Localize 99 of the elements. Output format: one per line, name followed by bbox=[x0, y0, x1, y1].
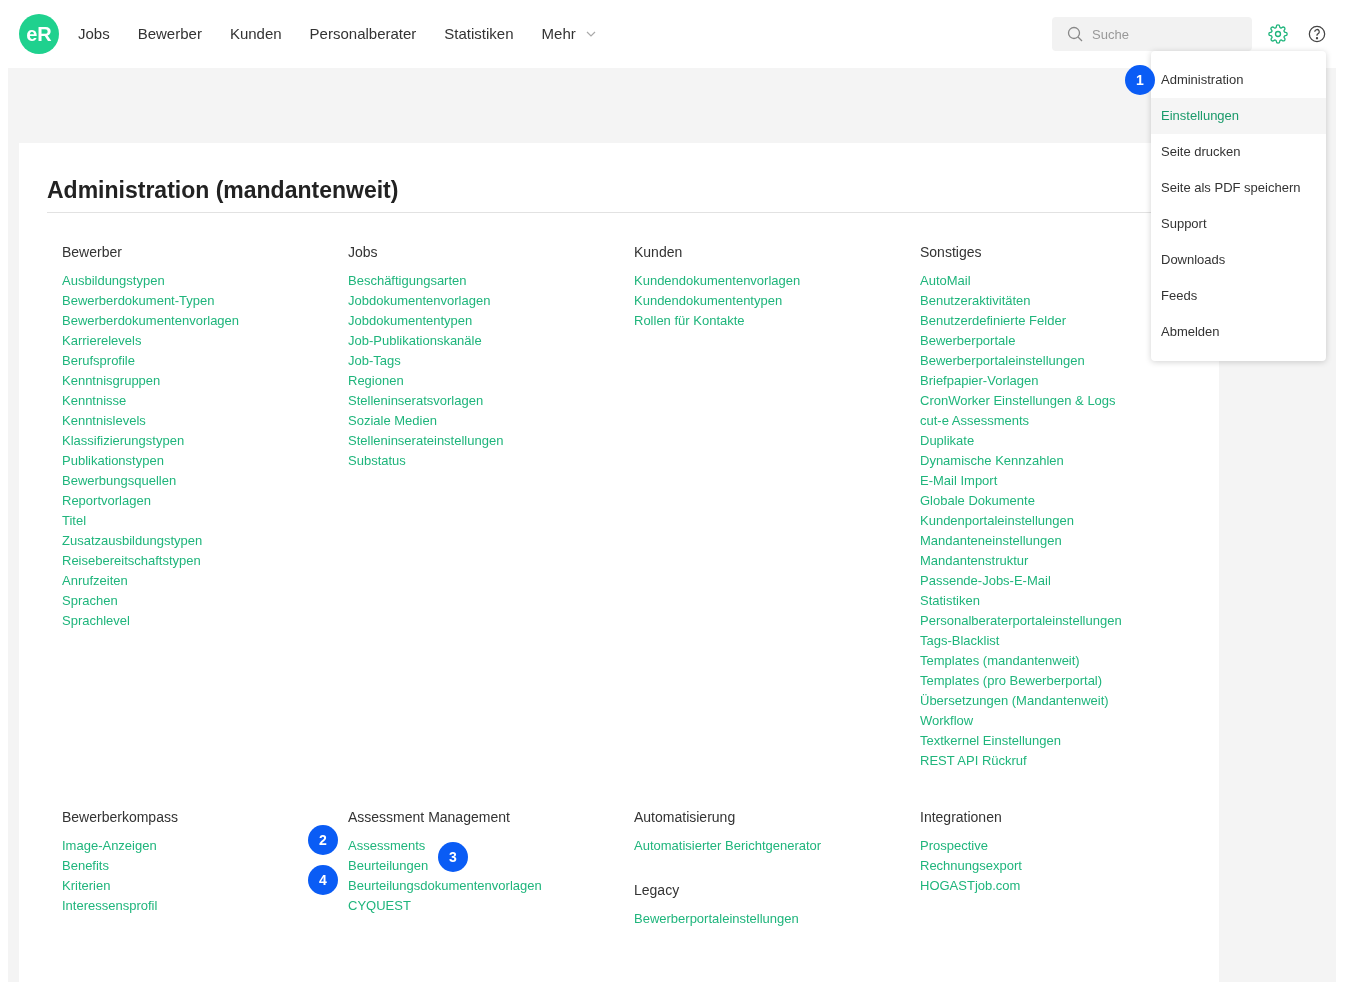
settings-link[interactable]: Kenntnisgruppen bbox=[62, 372, 161, 388]
settings-link[interactable]: REST API Rückruf bbox=[920, 752, 1027, 768]
settings-link[interactable]: Kenntnisse bbox=[62, 392, 127, 408]
nav-link[interactable]: Personalberater bbox=[309, 22, 417, 46]
settings-link[interactable]: Kundendokumententypen bbox=[634, 292, 783, 308]
settings-link[interactable]: Benutzeraktivitäten bbox=[920, 292, 1031, 308]
section-heading: Assessment Management bbox=[348, 807, 511, 826]
settings-link[interactable]: Interessensprofil bbox=[62, 897, 158, 913]
settings-link[interactable]: Benefits bbox=[62, 857, 109, 873]
settings-link[interactable]: Duplikate bbox=[920, 432, 975, 448]
section-heading: Kunden bbox=[634, 242, 684, 261]
settings-link[interactable]: Zusatzausbildungstypen bbox=[62, 532, 203, 548]
step-marker: 2 bbox=[308, 824, 338, 855]
menu-item[interactable]: Support bbox=[1151, 206, 1326, 242]
settings-link[interactable]: Beurteilungsdokumentenvorlagen bbox=[348, 877, 542, 893]
step-marker: 1 bbox=[1125, 65, 1155, 95]
settings-link[interactable]: Rollen für Kontakte bbox=[634, 312, 745, 328]
nav-link[interactable]: Kunden bbox=[229, 22, 282, 46]
settings-link[interactable]: Rechnungsexport bbox=[920, 857, 1022, 873]
nav-link[interactable]: Bewerber bbox=[137, 22, 202, 46]
settings-link[interactable]: Bewerbungsquellen bbox=[62, 472, 177, 488]
settings-link[interactable]: Statistiken bbox=[920, 592, 980, 608]
settings-link[interactable]: Assessments bbox=[348, 837, 426, 853]
section-heading: Jobs bbox=[348, 242, 379, 261]
settings-link[interactable]: Anrufzeiten bbox=[62, 572, 128, 588]
settings-link[interactable]: Ausbildungstypen bbox=[62, 272, 165, 288]
settings-link[interactable]: Kundendokumentenvorlagen bbox=[634, 272, 801, 288]
settings-link[interactable]: Bewerberportaleinstellungen bbox=[920, 352, 1085, 368]
settings-link[interactable]: Image-Anzeigen bbox=[62, 837, 157, 853]
settings-link[interactable]: Automatisierter Berichtgenerator bbox=[634, 837, 822, 853]
settings-link[interactable]: Klassifizierungstypen bbox=[62, 432, 185, 448]
menu-item[interactable]: Seite drucken bbox=[1151, 134, 1326, 170]
settings-link[interactable]: Sprachlevel bbox=[62, 612, 130, 628]
section-heading: Integrationen bbox=[920, 807, 1003, 826]
settings-link[interactable]: Briefpapier-Vorlagen bbox=[920, 372, 1039, 388]
settings-icon[interactable] bbox=[1268, 24, 1288, 44]
settings-link[interactable]: Titel bbox=[62, 512, 87, 528]
menu-item[interactable]: Seite als PDF speichern bbox=[1151, 170, 1326, 206]
settings-link[interactable]: Bewerberportaleinstellungen bbox=[634, 910, 799, 926]
settings-link[interactable]: Sprachen bbox=[62, 592, 118, 608]
section-heading: Automatisierung bbox=[634, 807, 737, 826]
settings-link[interactable]: Substatus bbox=[348, 452, 406, 468]
settings-link[interactable]: Bewerberdokument-Typen bbox=[62, 292, 215, 308]
settings-link[interactable]: Reportvorlagen bbox=[62, 492, 151, 508]
settings-link[interactable]: Templates (pro Bewerberportal) bbox=[920, 672, 1103, 688]
settings-link[interactable]: Mandantenstruktur bbox=[920, 552, 1029, 568]
settings-link[interactable]: Kriterien bbox=[62, 877, 111, 893]
settings-link[interactable]: Berufsprofile bbox=[62, 352, 135, 368]
settings-link[interactable]: Benutzerdefinierte Felder bbox=[920, 312, 1066, 328]
menu-item[interactable]: Downloads bbox=[1151, 242, 1326, 278]
settings-link[interactable]: Kundenportaleinstellungen bbox=[920, 512, 1074, 528]
nav-link[interactable]: Jobs bbox=[78, 22, 110, 46]
settings-link[interactable]: Regionen bbox=[348, 372, 404, 388]
settings-link[interactable]: CronWorker Einstellungen & Logs bbox=[920, 392, 1116, 408]
menu-item[interactable]: Einstellungen bbox=[1151, 98, 1326, 134]
settings-link[interactable]: Stelleninserateinstellungen bbox=[348, 432, 504, 448]
section-heading: Bewerber bbox=[62, 242, 123, 261]
settings-link[interactable]: Beschäftigungsarten bbox=[348, 272, 467, 288]
settings-link[interactable]: Jobdokumententypen bbox=[348, 312, 473, 328]
settings-link[interactable]: Personalberaterportaleinstellungen bbox=[920, 612, 1122, 628]
section-heading: Bewerberkompass bbox=[62, 807, 179, 826]
settings-link[interactable]: Job-Publikationskanäle bbox=[348, 332, 482, 348]
settings-link[interactable]: E-Mail Import bbox=[920, 472, 998, 488]
settings-link[interactable]: Kenntnislevels bbox=[62, 412, 146, 428]
step-marker: 4 bbox=[308, 864, 338, 895]
settings-link[interactable]: Beurteilungen bbox=[348, 857, 429, 873]
settings-link[interactable]: Jobdokumentenvorlagen bbox=[348, 292, 491, 308]
settings-link[interactable]: Stelleninseratsvorlagen bbox=[348, 392, 484, 408]
settings-link[interactable]: HOGASTjob.com bbox=[920, 877, 1021, 893]
settings-link[interactable]: Dynamische Kennzahlen bbox=[920, 452, 1064, 468]
settings-link[interactable]: CYQUEST bbox=[348, 897, 411, 913]
nav-link[interactable]: Statistiken bbox=[444, 22, 514, 46]
settings-link[interactable]: Karrierelevels bbox=[62, 332, 142, 348]
settings-link[interactable]: Textkernel Einstellungen bbox=[920, 732, 1061, 748]
settings-link[interactable]: Bewerberportale bbox=[920, 332, 1016, 348]
menu-item[interactable]: Abmelden bbox=[1151, 314, 1326, 350]
settings-link[interactable]: Soziale Medien bbox=[348, 412, 437, 428]
settings-link[interactable]: Publikationstypen bbox=[62, 452, 164, 468]
settings-link[interactable]: cut-e Assessments bbox=[920, 412, 1030, 428]
search-field[interactable]: Suche bbox=[1052, 17, 1252, 51]
settings-link[interactable]: Job-Tags bbox=[348, 352, 401, 368]
nav-link[interactable]: Mehr bbox=[541, 22, 596, 46]
settings-link[interactable]: AutoMail bbox=[920, 272, 971, 288]
settings-link[interactable]: Templates (mandantenweit) bbox=[920, 652, 1080, 668]
settings-link[interactable]: Mandanteneinstellungen bbox=[920, 532, 1062, 548]
help-icon[interactable] bbox=[1308, 25, 1326, 43]
settings-link[interactable]: Übersetzungen (Mandantenweit) bbox=[920, 692, 1109, 708]
menu-item[interactable]: Feeds bbox=[1151, 278, 1326, 314]
settings-link[interactable]: Prospective bbox=[920, 837, 988, 853]
logo[interactable]: eR bbox=[19, 14, 59, 54]
step-marker: 3 bbox=[438, 841, 468, 872]
settings-link[interactable]: Passende-Jobs-E-Mail bbox=[920, 572, 1051, 588]
settings-link[interactable]: Reisebereitschaftstypen bbox=[62, 552, 201, 568]
settings-link[interactable]: Workflow bbox=[920, 712, 974, 728]
settings-link[interactable]: Tags-Blacklist bbox=[920, 632, 1000, 648]
search-icon bbox=[1067, 26, 1083, 42]
settings-link[interactable]: Bewerberdokumentenvorlagen bbox=[62, 312, 240, 328]
settings-link[interactable]: Globale Dokumente bbox=[920, 492, 1035, 508]
section-heading: Legacy bbox=[634, 880, 681, 899]
